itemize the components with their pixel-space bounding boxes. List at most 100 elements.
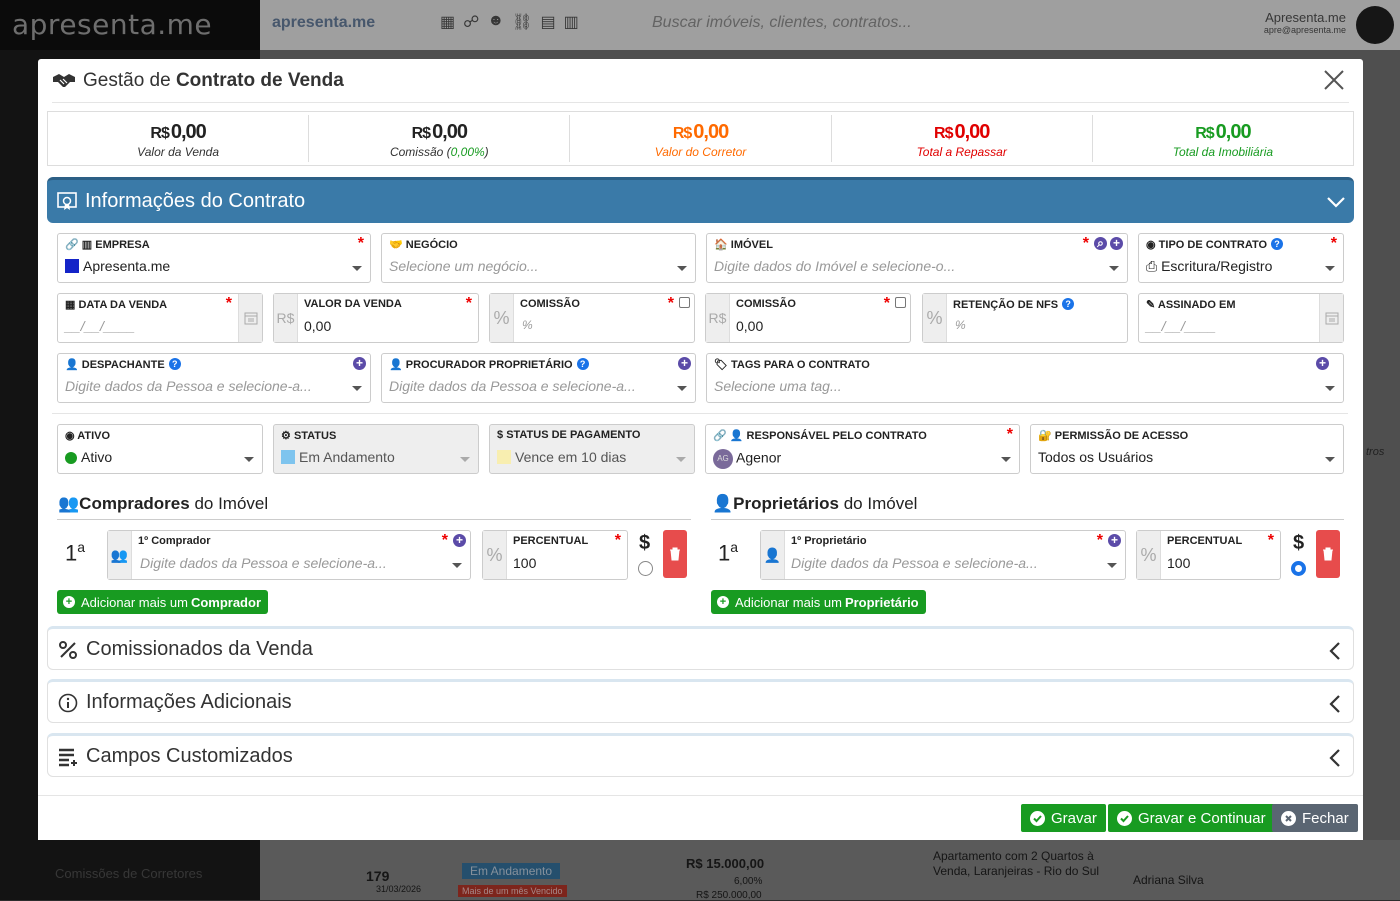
active-status-icon — [65, 452, 77, 464]
ativo-label: ◉ Ativo — [65, 430, 111, 442]
required-mark: * — [883, 295, 890, 312]
proprietario-percentual-label: Percentual — [1167, 535, 1243, 547]
summary-value: R$ 0,00 — [150, 121, 206, 143]
section-comissionados[interactable]: Comissionados da Venda — [47, 626, 1354, 670]
assinado-em-placeholder: __/__/____ — [1146, 318, 1217, 334]
add-icon[interactable]: + — [1108, 534, 1121, 547]
chevron-down-icon[interactable] — [1325, 386, 1335, 391]
percent-addon: % — [1137, 531, 1161, 579]
add-proprietario-button[interactable]: + Adicionar mais um Proprietário — [711, 590, 926, 614]
comprador-radio[interactable] — [638, 561, 653, 576]
required-mark: * — [465, 295, 472, 312]
link-icon[interactable]: 🔗 — [65, 239, 79, 251]
data-venda-input[interactable]: ▦ Data da Venda * __/__/____ — [57, 293, 263, 343]
close-button[interactable]: Fechar — [1272, 804, 1358, 832]
chevron-down-icon[interactable] — [244, 457, 254, 462]
chevron-down-icon[interactable] — [1001, 457, 1011, 462]
dollar-icon: $ — [497, 429, 504, 441]
responsavel-select[interactable]: 🔗 👤 Responsável pelo Contrato * AG Agenor — [705, 424, 1020, 474]
section-campos-customizados[interactable]: Campos Customizados — [47, 733, 1354, 777]
certificate-icon: ⎙ — [1146, 258, 1158, 274]
calendar-icon[interactable] — [1319, 294, 1343, 342]
chevron-down-icon[interactable] — [1109, 266, 1119, 271]
calendar-icon[interactable] — [238, 294, 262, 342]
save-continue-button[interactable]: Gravar e Continuar — [1108, 804, 1275, 832]
search-plus-icon[interactable]: ⌕ — [1094, 237, 1107, 250]
procurador-select[interactable]: 👤 Procurador Proprietário? + Digite dado… — [381, 353, 696, 403]
ativo-value: Ativo — [65, 449, 112, 465]
proprietario-percentual-input[interactable]: % Percentual * 100 — [1136, 530, 1281, 580]
trash-icon — [1323, 547, 1333, 561]
comprador-select[interactable]: 👥 1º Comprador * + Digite dados da Pesso… — [107, 530, 471, 580]
negocio-select[interactable]: 🤝 Negócio Selecione um negócio... — [381, 233, 696, 283]
add-icon: + — [717, 596, 729, 608]
gear-icon: ⚙ — [281, 430, 291, 442]
imovel-placeholder: Digite dados do Imóvel e selecione-o... — [714, 258, 956, 274]
chevron-down-icon[interactable] — [352, 266, 362, 271]
comissao-percent-input[interactable]: % Comissão * % — [489, 293, 695, 343]
proprietario-radio[interactable] — [1291, 561, 1306, 576]
comprador-percentual-input[interactable]: % Percentual * 100 — [482, 530, 628, 580]
help-icon[interactable]: ? — [1271, 238, 1284, 250]
comissao-valor-label: Comissão — [736, 298, 796, 310]
tipo-contrato-label: ◉ Tipo de Contrato? — [1146, 238, 1284, 251]
delete-comprador-button[interactable] — [663, 530, 687, 578]
help-icon[interactable]: ? — [1062, 298, 1075, 310]
chevron-down-icon[interactable] — [1325, 457, 1335, 462]
imovel-select[interactable]: 🏠 Imóvel * ⌕ + Digite dados do Imóvel e … — [706, 233, 1128, 283]
valor-venda-input[interactable]: R$ Valor da Venda * 0,00 — [273, 293, 479, 343]
close-icon[interactable] — [1321, 67, 1347, 93]
valor-venda-label: Valor da Venda — [304, 298, 402, 310]
section-informacoes-adicionais[interactable]: Informações Adicionais — [47, 679, 1354, 723]
tags-select[interactable]: 🏷 Tags para o Contrato + Selecione uma t… — [706, 353, 1344, 403]
check-circle-icon: ◉ — [65, 430, 75, 442]
check-icon — [1117, 810, 1132, 826]
assinado-em-input[interactable]: ✎ Assinado em __/__/____ — [1138, 293, 1344, 343]
chevron-down-icon[interactable] — [1325, 266, 1335, 271]
section-informacoes-contrato[interactable]: Informações do Contrato — [47, 177, 1354, 223]
chevron-down-icon[interactable] — [452, 563, 462, 568]
despachante-select[interactable]: 👤 Despachante? + Digite dados da Pessoa … — [57, 353, 371, 403]
summary-valor-corretor: R$ 0,00 Valor do Corretor — [570, 115, 832, 162]
help-icon[interactable]: ? — [168, 358, 181, 370]
add-icon[interactable]: + — [1110, 237, 1123, 250]
chevron-down-icon[interactable] — [352, 386, 362, 391]
color-swatch — [65, 259, 79, 273]
chevron-down-icon[interactable] — [677, 386, 687, 391]
add-icon[interactable]: + — [1316, 357, 1329, 370]
chevron-left-icon[interactable] — [1325, 748, 1345, 768]
add-icon[interactable]: + — [353, 357, 366, 370]
summary-total-repassar: R$ 0,00 Total a Repassar — [832, 115, 1093, 162]
chevron-down-icon[interactable] — [677, 266, 687, 271]
delete-proprietario-button[interactable] — [1316, 530, 1340, 578]
comissao-percent-checkbox[interactable] — [679, 297, 690, 308]
comprador-label: 1º Comprador — [138, 535, 211, 547]
chevron-down-icon[interactable] — [1326, 192, 1346, 212]
summary-value: R$ 0,00 — [411, 121, 468, 143]
comissao-valor-input[interactable]: R$ Comissão * 0,00 — [705, 293, 911, 343]
required-mark: * — [1096, 532, 1103, 549]
chevron-down-icon[interactable] — [1107, 563, 1117, 568]
add-icon[interactable]: + — [453, 534, 466, 547]
ativo-select[interactable]: ◉ Ativo Ativo — [57, 424, 263, 474]
save-button[interactable]: Gravar — [1021, 804, 1106, 832]
retencao-nfs-input[interactable]: % Retenção de NFS? % — [922, 293, 1128, 343]
summary-value: R$ 0,00 — [1195, 121, 1251, 143]
chevron-left-icon[interactable] — [1325, 641, 1345, 661]
empresa-select[interactable]: 🔗 ▥ Empresa * Apresenta.me — [57, 233, 371, 283]
permissao-select[interactable]: 🔐 Permissão de Acesso Todos os Usuários — [1030, 424, 1344, 474]
proprietario-select[interactable]: 👤 1º Proprietário * + Digite dados da Pe… — [760, 530, 1126, 580]
chevron-left-icon[interactable] — [1325, 694, 1345, 714]
proprietario-ordinal: 1a — [718, 539, 739, 566]
summary-comissao: R$ 0,00 Comissão (0,00%) — [309, 115, 571, 162]
tipo-contrato-select[interactable]: ◉ Tipo de Contrato? * ⎙ Escritura/Regist… — [1138, 233, 1344, 283]
add-comprador-button[interactable]: + Adicionar mais um Comprador — [57, 590, 268, 614]
comissao-valor-checkbox[interactable] — [895, 297, 906, 308]
calendar-icon: ▦ — [65, 299, 76, 311]
info-icon — [58, 693, 78, 713]
summary-label: Valor da Venda — [137, 145, 220, 159]
link-icon[interactable]: 🔗 — [713, 430, 727, 442]
section-title: Informações do Contrato — [85, 190, 306, 212]
help-icon[interactable]: ? — [576, 358, 589, 370]
add-icon[interactable]: + — [678, 357, 691, 370]
